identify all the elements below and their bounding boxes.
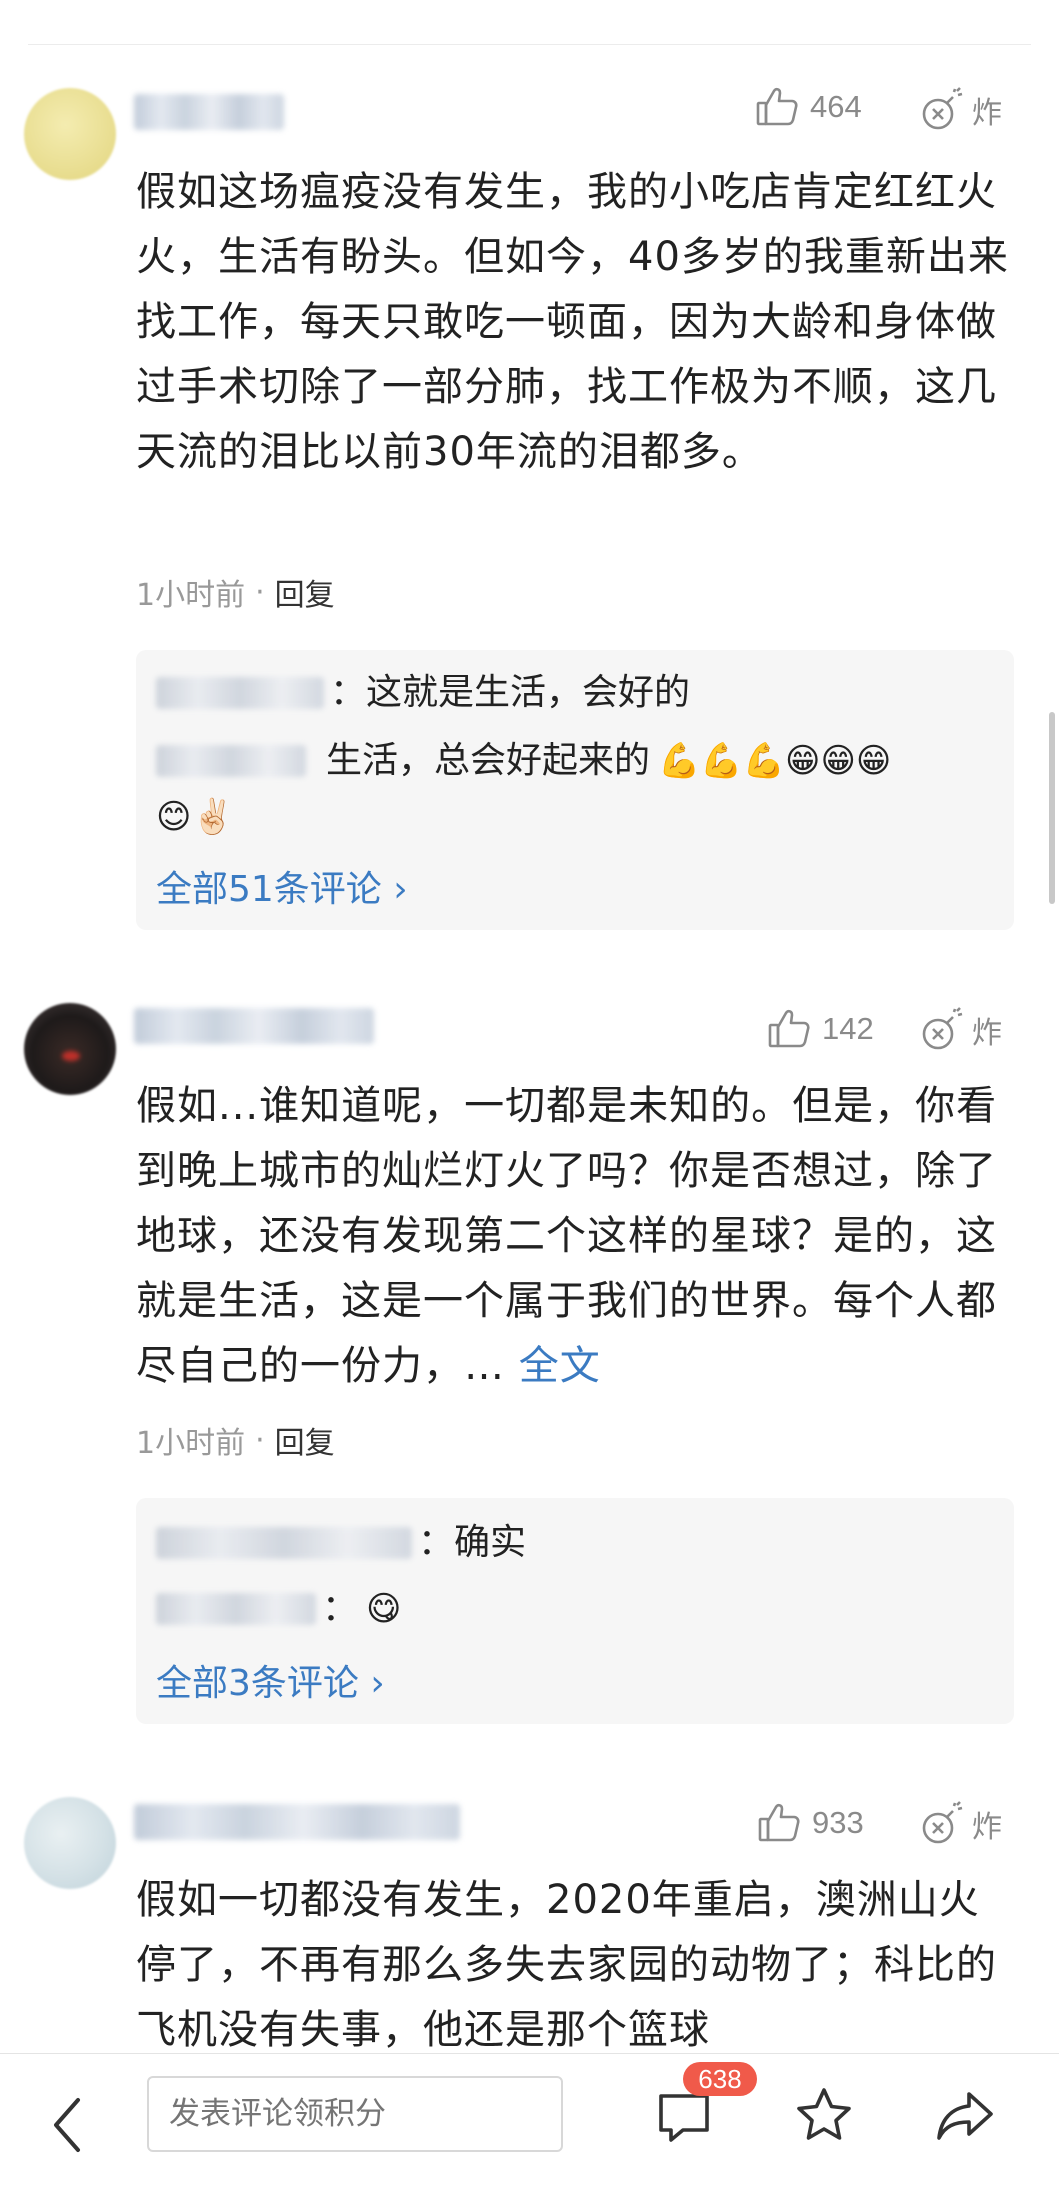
bomb-button[interactable]: 炸 <box>918 1800 1002 1848</box>
username-blurred[interactable] <box>134 94 284 130</box>
username-blurred[interactable] <box>134 1804 460 1840</box>
reply-item[interactable]: ： 😋 <box>156 1584 401 1634</box>
comment-input[interactable] <box>147 2076 563 2152</box>
reply-text: ： <box>322 1588 359 1629</box>
comment-count-badge: 638 <box>683 2062 757 2096</box>
comment-text: 假如这场瘟疫没有发生，我的小吃店肯定红红火火，生活有盼头。但如今，40多岁的我重… <box>136 169 1009 475</box>
username-blurred[interactable] <box>134 1008 374 1044</box>
view-all-replies-link[interactable]: 全部51条评论 › <box>156 860 408 912</box>
replies-box: ：确实 ： 😋 全部3条评论 › <box>136 1498 1014 1724</box>
replies-box: ：这就是生活，会好的 生活，总会好起来的 💪💪💪😁😁😁 😊✌🏻 全部51条评论 … <box>136 650 1014 930</box>
reply-text: 生活，总会好起来的 <box>326 740 651 781</box>
reply-item[interactable]: ：确实 <box>156 1518 526 1568</box>
reply-item[interactable]: 生活，总会好起来的 💪💪💪😁😁😁 <box>156 736 891 786</box>
reply-username-blurred[interactable] <box>156 745 306 777</box>
like-count: 933 <box>812 1805 864 1840</box>
reply-link[interactable]: 回复 <box>275 570 335 614</box>
back-arrow-icon <box>54 2098 80 2152</box>
bottom-action-bar: 638 <box>0 2053 1059 2198</box>
top-divider <box>28 44 1031 45</box>
bomb-label: 炸 <box>972 96 1002 131</box>
back-button[interactable] <box>44 2090 96 2160</box>
thumbs-up-icon <box>754 84 800 130</box>
star-icon <box>797 2088 851 2140</box>
scrollbar[interactable] <box>1049 712 1055 904</box>
reply-text: ：确实 <box>418 1522 527 1563</box>
like-button[interactable]: 464 <box>754 84 862 130</box>
like-count: 464 <box>810 89 862 124</box>
comment-time: 1小时前 <box>136 1426 246 1461</box>
share-button[interactable] <box>933 2086 997 2146</box>
bomb-icon <box>918 1006 966 1054</box>
meta-separator: · <box>255 1422 265 1458</box>
bomb-label: 炸 <box>972 1810 1002 1845</box>
avatar[interactable] <box>24 1797 116 1889</box>
emoji-smile-victory: 😊✌🏻 <box>156 797 234 837</box>
reply-link[interactable]: 回复 <box>275 1418 335 1462</box>
comment-text: 假如...谁知道呢，一切都是未知的。但是，你看到晚上城市的灿烂灯火了吗？你是否想… <box>136 1074 1016 1399</box>
reply-item[interactable]: ：这就是生活，会好的 <box>156 668 690 718</box>
reply-username-blurred[interactable] <box>156 1593 316 1625</box>
avatar[interactable] <box>24 88 116 180</box>
like-button[interactable]: 142 <box>766 1006 874 1052</box>
bomb-button[interactable]: 炸 <box>918 1006 1002 1054</box>
bomb-icon <box>918 86 966 134</box>
bomb-icon <box>918 1800 966 1848</box>
comment-text: 假如一切都没有发生，2020年重启，澳洲山火停了，不再有那么多失去家园的动物了；… <box>136 1877 997 2053</box>
reply-username-blurred[interactable] <box>156 1527 412 1559</box>
emoji-yummy: 😋 <box>366 1589 402 1629</box>
view-all-replies-link[interactable]: 全部3条评论 › <box>156 1654 385 1706</box>
thumbs-up-icon <box>766 1006 812 1052</box>
like-button[interactable]: 933 <box>756 1800 864 1846</box>
reply-username-blurred[interactable] <box>156 677 324 709</box>
comment-meta: 1小时前 · 回复 <box>136 1418 335 1462</box>
share-icon <box>937 2092 993 2140</box>
reply-text: ：这就是生活，会好的 <box>330 672 691 713</box>
thumbs-up-icon <box>756 1800 802 1846</box>
bomb-button[interactable]: 炸 <box>918 86 1002 134</box>
avatar-detail <box>62 1051 80 1061</box>
emoji-strong-grin: 💪💪💪😁😁😁 <box>658 741 892 781</box>
bomb-label: 炸 <box>972 1016 1002 1051</box>
meta-separator: · <box>255 574 265 610</box>
expand-full-text-link[interactable]: 全文 <box>519 1343 601 1389</box>
comment-meta: 1小时前 · 回复 <box>136 570 335 614</box>
reply-item-continued: 😊✌🏻 <box>156 792 234 842</box>
favorite-button[interactable] <box>793 2084 855 2146</box>
comment-time: 1小时前 <box>136 578 246 613</box>
like-count: 142 <box>822 1011 874 1046</box>
avatar[interactable] <box>24 1003 116 1095</box>
